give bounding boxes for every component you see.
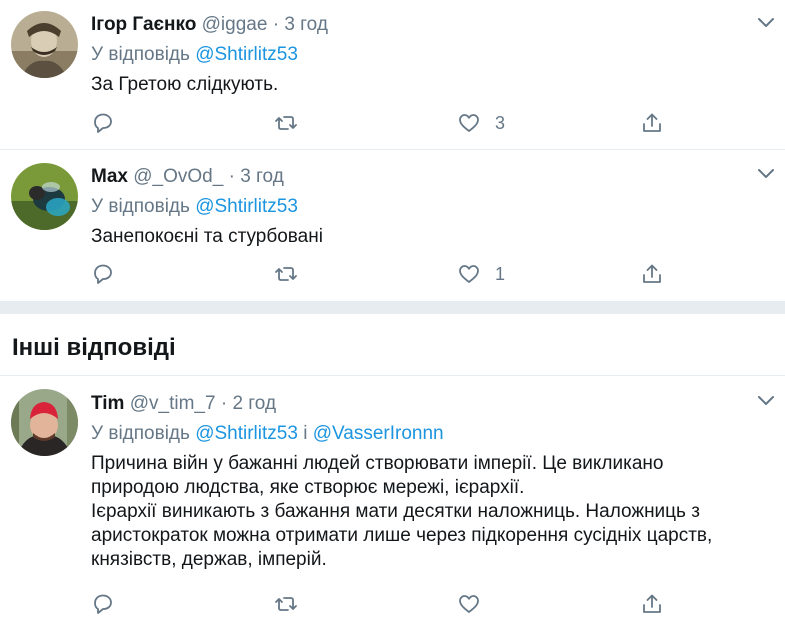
avatar[interactable] [11,11,78,78]
timestamp[interactable]: 3 год [284,14,328,35]
like-count: 3 [495,113,506,133]
avatar[interactable] [11,389,78,456]
section-title: Інші відповіді [12,334,176,361]
avatar[interactable] [11,163,78,230]
mention-link[interactable]: @Shtirlitz53 [195,423,298,444]
avatar-image [11,163,78,230]
retweet-button[interactable] [274,590,298,618]
like-button[interactable]: 3 [457,109,505,137]
tweet-header: Max @_OvOd_ · 3 год [91,165,745,189]
tweet-text: Занепокоєні та стурбовані [91,226,323,247]
like-button[interactable]: 1 [457,260,505,288]
share-button[interactable] [640,109,664,137]
chevron-down-icon[interactable] [757,395,775,407]
avatar-image [11,389,78,456]
reply-icon [94,594,112,614]
reply-context: У відповідь @Shtirlitz53 [91,43,745,67]
tweet[interactable]: Max @_OvOd_ · 3 год У відповідь @Shtirli… [0,150,785,301]
like-icon [459,595,479,613]
retweet-icon [275,116,297,130]
reply-context: У відповідь @Shtirlitz53 і @VasserIronnn [91,422,745,446]
share-icon [643,113,661,132]
reply-prefix: У відповідь [91,196,190,217]
reply-button[interactable] [91,109,115,137]
tweet-header: Tim @v_tim_7 · 2 год [91,392,745,416]
timestamp[interactable]: 2 год [232,393,276,414]
author-name[interactable]: Tim [91,393,124,414]
mention-link[interactable]: @Shtirlitz53 [195,196,298,217]
author-handle[interactable]: @iggae [202,14,268,35]
share-button[interactable] [640,260,664,288]
reply-button[interactable] [91,590,115,618]
mention-joiner: і [303,423,308,444]
like-icon [459,114,479,132]
retweet-icon [275,597,297,611]
like-count: 1 [495,264,506,284]
share-icon [643,594,661,613]
reply-prefix: У відповідь [91,44,190,65]
retweet-icon [275,267,297,281]
chevron-down-icon[interactable] [757,168,775,180]
separator-dot: · [220,393,228,414]
mention-link[interactable]: @Shtirlitz53 [195,44,298,65]
tweet-actions: 1 [91,260,691,288]
tweet-actions: 3 [91,109,691,137]
share-button[interactable] [640,590,664,618]
author-name[interactable]: Max [91,166,128,187]
author-name[interactable]: Ігор Гаєнко [91,14,196,35]
tweet-actions [91,590,691,618]
separator-dot: · [228,166,235,187]
retweet-button[interactable] [274,109,298,137]
tweet[interactable]: Tim @v_tim_7 · 2 год У відповідь @Shtirl… [0,375,785,632]
chevron-down-icon[interactable] [757,17,775,29]
separator-dot: · [272,14,280,35]
like-button[interactable] [457,590,481,618]
tweet-text: За Гретою слідкують. [91,74,279,95]
reply-icon [94,264,112,284]
tweet-header: Ігор Гаєнко @iggae · 3 год [91,13,745,37]
tweet-text: Причина війн у бажанні людей створювати … [91,453,713,570]
author-handle[interactable]: @v_tim_7 [130,393,216,414]
reply-button[interactable] [91,260,115,288]
reply-icon [94,113,112,133]
author-handle[interactable]: @_OvOd_ [133,166,223,187]
section-separator [0,301,785,314]
avatar-image [11,11,78,78]
reply-prefix: У відповідь [91,423,190,444]
share-icon [643,264,661,283]
timestamp[interactable]: 3 год [240,166,284,187]
mention-link[interactable]: @VasserIronnn [313,423,444,444]
tweet[interactable]: Ігор Гаєнко @iggae · 3 год У відповідь @… [0,0,785,150]
retweet-button[interactable] [274,260,298,288]
reply-context: У відповідь @Shtirlitz53 [91,195,745,219]
like-icon [459,265,479,283]
